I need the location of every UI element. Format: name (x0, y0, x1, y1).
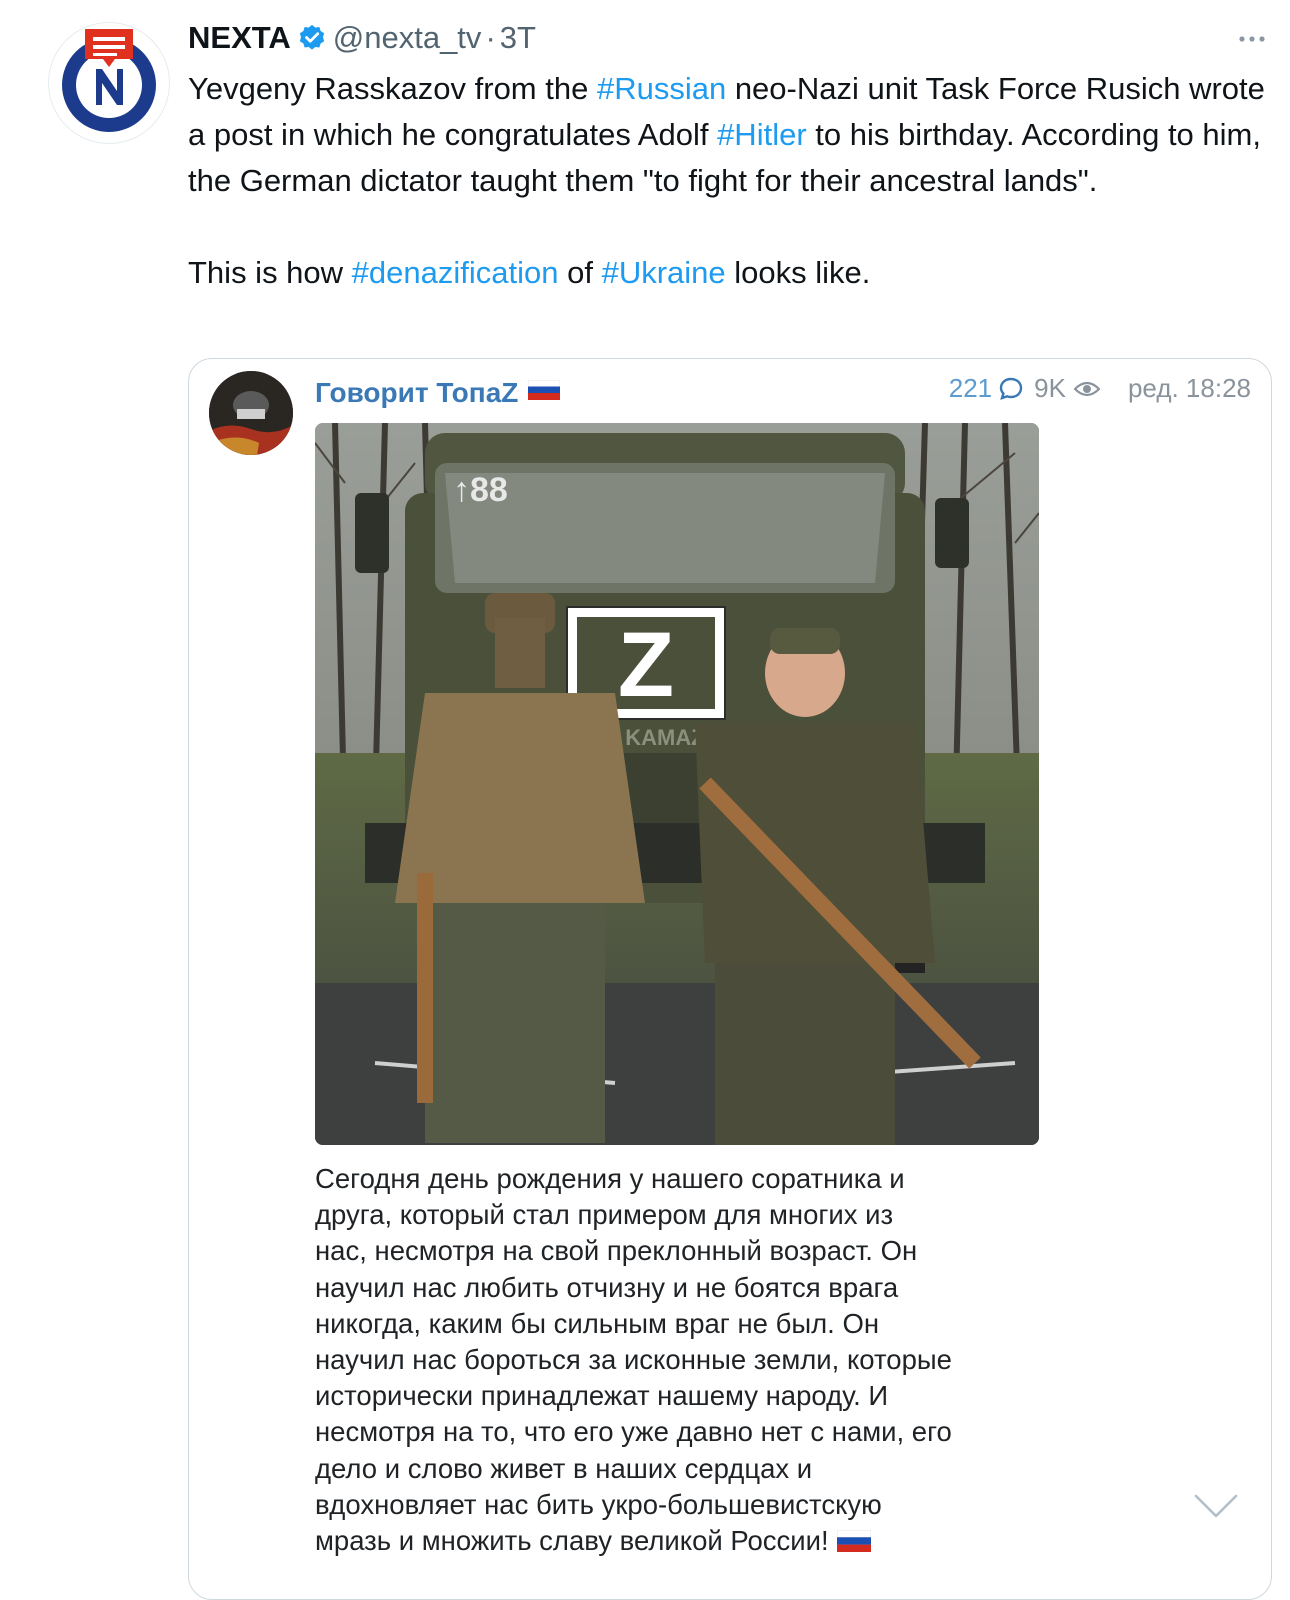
tweet-paragraph-2: This is how #denazification of #Ukraine … (188, 250, 1278, 296)
caption-line: никогда, каким бы сильным враг не был. О… (315, 1307, 880, 1339)
caption-line: исторически принадлежат нашему народу. И (315, 1380, 889, 1412)
quoted-post-card[interactable]: Говорит ТопаZ 221 9K ред. 18:28 ↑88 Z KA… (188, 358, 1272, 1600)
tweet-text: Yevgeny Rasskazov from the #Russian neo-… (188, 66, 1278, 296)
meta-separator: · (485, 20, 496, 55)
views-count: 9K (1034, 373, 1066, 403)
tweet-paragraph-1: Yevgeny Rasskazov from the #Russian neo-… (188, 66, 1278, 204)
caption-last-line: мразь и множить славу великой России! (315, 1523, 1055, 1559)
truck-brand: KAMAZ (625, 725, 704, 750)
author-name[interactable]: NEXTA (188, 20, 291, 56)
tweet-time[interactable]: 3T (500, 20, 536, 56)
post-caption: Сегодня день рождения у нашего соратника… (315, 1161, 1055, 1559)
hashtag-link[interactable]: #Hitler (717, 117, 807, 152)
russian-flag-icon (836, 1530, 871, 1553)
tweet-text-segment: Yevgeny Rasskazov from the (188, 71, 597, 106)
channel-name-text: Говорит ТопаZ (315, 377, 519, 408)
channel-name[interactable]: Говорит ТопаZ (315, 377, 561, 409)
comment-bubble-icon (999, 377, 1023, 400)
hashtag-link[interactable]: #denazification (352, 255, 559, 290)
author-avatar[interactable] (48, 22, 170, 144)
caption-line: научил нас любить отчизну и не боятся вр… (315, 1271, 899, 1303)
caption-line: несмотря на то, что его уже давно нет с … (315, 1416, 952, 1448)
tweet-text-segment: of (558, 255, 602, 290)
caption-line: вдохновляет нас бить укро-большевистскую (315, 1488, 882, 1520)
windshield-text: ↑88 (453, 471, 508, 509)
channel-avatar (209, 371, 293, 455)
edited-time: ред. 18:28 (1127, 373, 1251, 403)
hashtag-link[interactable]: #Russian (597, 71, 726, 106)
verified-badge-icon (299, 24, 324, 50)
russian-flag-icon (528, 380, 561, 400)
caption-line: научил нас бороться за исконные земли, к… (315, 1344, 952, 1376)
comments-count: 221 (948, 373, 993, 403)
tweet-header: NEXTA @nexta_tv · 3T (188, 18, 536, 58)
caption-line: друга, который стал примером для многих … (315, 1199, 894, 1231)
caption-line: мразь и множить славу великой России! (315, 1525, 829, 1557)
z-letter: Z (618, 614, 674, 716)
tweet-text-segment: looks like. (725, 255, 871, 290)
caption-line: Сегодня день рождения у нашего соратника… (315, 1163, 905, 1194)
hashtag-link[interactable]: #Ukraine (602, 255, 726, 290)
more-options-icon[interactable] (1232, 22, 1272, 52)
caption-line: дело и слово живет в наших сердцах и (315, 1452, 813, 1484)
post-stats: 221 9K ред. 18:28 (949, 373, 1251, 404)
post-photo[interactable]: ↑88 Z KAMAZ (315, 423, 1039, 1145)
caption-line: нас, несмотря на свой преклонный возраст… (315, 1235, 918, 1267)
chevron-down-icon[interactable] (1193, 1491, 1239, 1521)
author-handle[interactable]: @nexta_tv (333, 20, 482, 56)
eye-icon (1073, 381, 1100, 396)
nexta-logo (62, 29, 156, 132)
tweet-text-segment: This is how (188, 255, 352, 290)
